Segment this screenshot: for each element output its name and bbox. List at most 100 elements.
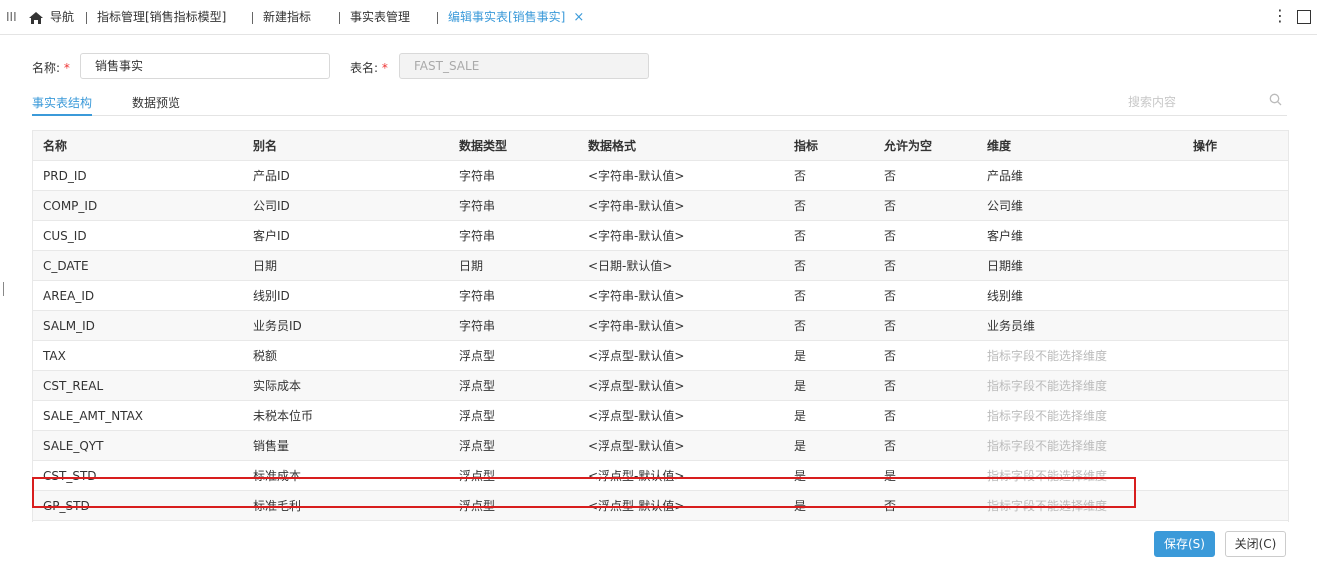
tab-label: 编辑事实表[销售事实] — [448, 10, 566, 24]
cell-operation — [1183, 280, 1288, 311]
cell-data-format: <字符串-默认值> — [578, 520, 784, 522]
cell-operation — [1183, 370, 1288, 401]
cell-data-type: 浮点型 — [449, 370, 578, 401]
table-name-label: 表名: * — [350, 61, 388, 75]
column-header-data-type[interactable]: 数据类型 — [449, 131, 578, 161]
cell-is-indicator: 是 — [784, 400, 874, 431]
search-input[interactable]: 搜索内容 — [1128, 93, 1176, 110]
table-row[interactable]: SALM_ID 业务员ID 字符串 <字符串-默认值> 否否业务员维 — [33, 310, 1288, 341]
sidebar-resize-handle[interactable] — [3, 282, 4, 296]
cell-operation — [1183, 490, 1288, 521]
cell-operation — [1183, 250, 1288, 281]
cell-data-format: <字符串-默认值> — [578, 190, 784, 221]
cell-field-name: TAX — [33, 340, 243, 371]
cell-dimension — [977, 520, 1183, 522]
tab-indicator-management[interactable]: 指标管理[销售指标模型] — [86, 0, 226, 34]
cell-dimension: 业务员维 — [977, 310, 1183, 341]
cell-data-format: <字符串-默认值> — [578, 220, 784, 251]
column-header-nullable[interactable]: 允许为空 — [874, 131, 977, 161]
cell-operation — [1183, 340, 1288, 371]
cell-nullable: 否 — [874, 250, 977, 281]
cell-dimension: 公司维 — [977, 190, 1183, 221]
cell-operation — [1183, 310, 1288, 341]
cell-operation — [1183, 400, 1288, 431]
cell-data-type: 浮点型 — [449, 340, 578, 371]
cell-is-indicator: 是 — [784, 490, 874, 521]
more-options-icon[interactable]: ⋮ — [1272, 8, 1288, 24]
table-row[interactable]: GP_STD 标准毛利 浮点型 <浮点型-默认值> 是否指标字段不能选择维度 — [33, 490, 1288, 521]
cell-alias: 日期 — [243, 250, 449, 281]
cell-dimension: 指标字段不能选择维度 — [977, 460, 1183, 491]
table-row[interactable]: SALE_QYT 销售量 浮点型 <浮点型-默认值> 是否指标字段不能选择维度 — [33, 430, 1288, 461]
cell-field-name: CST_STD — [33, 460, 243, 491]
table-row[interactable]: PRD_ID 产品ID 字符串 <字符串-默认值> 否否产品维 — [33, 160, 1288, 191]
cell-alias: 业务员ID — [243, 310, 449, 341]
cell-is-indicator: 是 — [784, 370, 874, 401]
cell-operation — [1183, 190, 1288, 221]
tab-label: 新建指标 — [263, 10, 312, 24]
cell-field-name: SALE_QYT — [33, 430, 243, 461]
column-header-operation[interactable]: 操作 — [1183, 131, 1288, 161]
cell-operation — [1183, 160, 1288, 191]
menu-toggle-icon[interactable]: III — [6, 10, 17, 24]
close-icon[interactable]: × — [573, 10, 584, 25]
cell-alias: 未税本位币 — [243, 400, 449, 431]
table-row[interactable]: CST_STD 标准成本 浮点型 <浮点型-默认值> 是是指标字段不能选择维度 — [33, 460, 1288, 491]
table-row[interactable]: COMP_ID 公司ID 字符串 <字符串-默认值> 否否公司维 — [33, 190, 1288, 221]
cell-nullable: 否 — [874, 190, 977, 221]
tab-fact-table-management[interactable]: 事实表管理 — [339, 0, 410, 34]
cell-data-format: <字符串-默认值> — [578, 160, 784, 191]
table-row[interactable]: SALE_AMT_NTAX 未税本位币 浮点型 <浮点型-默认值> 是否指标字段不能选择… — [33, 400, 1288, 431]
cell-alias — [243, 520, 449, 522]
table-row[interactable]: TAX 税额 浮点型 <浮点型-默认值> 是否指标字段不能选择维度 — [33, 340, 1288, 371]
cell-is-indicator: 否 — [784, 190, 874, 221]
cell-field-name — [33, 520, 243, 522]
home-icon — [29, 11, 43, 24]
column-header-data-format[interactable]: 数据格式 — [578, 131, 784, 161]
top-tab-bar: III 导航 指标管理[销售指标模型] 新建指标 事实表管理 编辑事实表[销售事… — [0, 0, 1317, 35]
table-row[interactable]: CUS_ID 客户ID 字符串 <字符串-默认值> 否否客户维 — [33, 220, 1288, 251]
tab-label: 指标管理[销售指标模型] — [97, 10, 227, 24]
cell-is-indicator: 是 — [784, 460, 874, 491]
table-row[interactable]: CST_REAL 实际成本 浮点型 <浮点型-默认值> 是否指标字段不能选择维度 — [33, 370, 1288, 401]
cell-alias: 客户ID — [243, 220, 449, 251]
tab-navigation[interactable]: 导航 — [28, 0, 74, 34]
tab-edit-fact-table[interactable]: 编辑事实表[销售事实] × — [437, 0, 584, 34]
search-icon[interactable] — [1269, 93, 1282, 106]
cell-nullable: 否 — [874, 520, 977, 522]
cell-nullable: 否 — [874, 490, 977, 521]
cell-dimension: 日期维 — [977, 250, 1183, 281]
maximize-icon[interactable] — [1297, 10, 1311, 24]
table-row[interactable]: 字符串<字符串-默认值>否否 — [33, 520, 1288, 522]
save-button[interactable]: 保存(S) — [1154, 531, 1215, 557]
tab-data-preview[interactable]: 数据预览 — [132, 94, 180, 111]
column-header-alias[interactable]: 别名 — [243, 131, 449, 161]
cell-data-format: <浮点型-默认值> — [578, 400, 784, 431]
cell-data-type: 浮点型 — [449, 460, 578, 491]
cell-data-type: 浮点型 — [449, 430, 578, 461]
cell-alias: 线别ID — [243, 280, 449, 311]
cell-data-type: 浮点型 — [449, 400, 578, 431]
cell-data-type: 字符串 — [449, 520, 578, 522]
cell-field-name: COMP_ID — [33, 190, 243, 221]
name-input[interactable]: 销售事实 — [80, 53, 330, 79]
cell-field-name: GP_STD — [33, 490, 243, 521]
close-button[interactable]: 关闭(C) — [1225, 531, 1286, 557]
cell-data-format: <字符串-默认值> — [578, 280, 784, 311]
cell-data-format: <浮点型-默认值> — [578, 490, 784, 521]
cell-dimension: 指标字段不能选择维度 — [977, 430, 1183, 461]
cell-data-type: 日期 — [449, 250, 578, 281]
cell-dimension: 指标字段不能选择维度 — [977, 370, 1183, 401]
tab-new-indicator[interactable]: 新建指标 — [252, 0, 311, 34]
cell-dimension: 产品维 — [977, 160, 1183, 191]
column-header-name[interactable]: 名称 — [33, 131, 243, 161]
cell-dimension: 指标字段不能选择维度 — [977, 490, 1183, 521]
cell-is-indicator: 否 — [784, 220, 874, 251]
column-header-indicator[interactable]: 指标 — [784, 131, 874, 161]
table-row[interactable]: AREA_ID 线别ID 字符串 <字符串-默认值> 否否线别维 — [33, 280, 1288, 311]
tab-fact-table-structure[interactable]: 事实表结构 — [32, 94, 92, 111]
table-row[interactable]: C_DATE 日期 日期 <日期-默认值> 否否日期维 — [33, 250, 1288, 281]
cell-alias: 产品ID — [243, 160, 449, 191]
column-header-dimension[interactable]: 维度 — [977, 131, 1183, 161]
required-mark: * — [63, 61, 70, 75]
